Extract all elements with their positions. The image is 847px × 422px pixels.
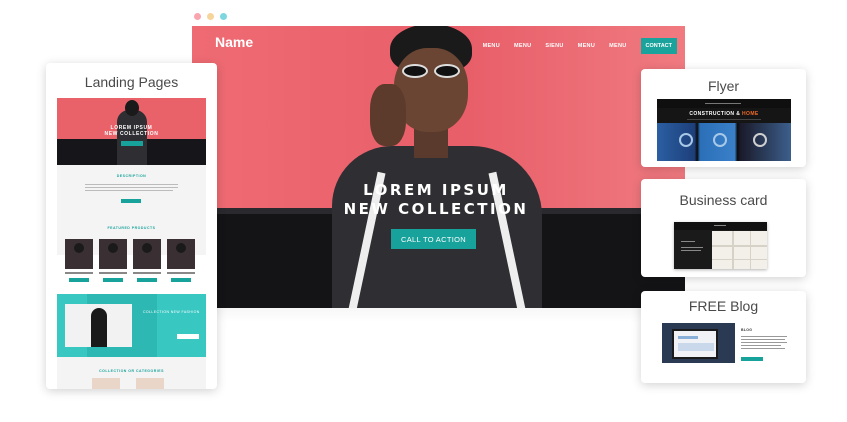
blog-text-line: [741, 339, 785, 340]
business-card-header: [674, 222, 767, 230]
business-card-thumbnail: [674, 222, 767, 269]
category-thumbnail: [136, 378, 164, 389]
window-controls: [194, 13, 227, 20]
collection-photo: [65, 304, 132, 347]
nav-menu-3[interactable]: SIENU: [545, 43, 563, 49]
blog-label: BLOG: [741, 328, 753, 332]
sunglasses: [400, 64, 462, 78]
description-heading: DESCRIPTION: [116, 174, 147, 178]
flyer-title: Flyer: [707, 78, 740, 94]
landing-pages-card[interactable]: Landing Pages LOREM IPSUM NEW COLLECTION…: [46, 63, 217, 389]
business-card-title: Business card: [679, 192, 768, 208]
nav-menu-1[interactable]: MENU: [483, 43, 500, 49]
business-card-text-line: [681, 250, 701, 251]
flyer-card[interactable]: Flyer CONSTRUCTION & HOME: [641, 69, 806, 167]
blog-text-line: [741, 345, 781, 346]
model-photo: [332, 146, 542, 308]
product-label: [99, 272, 127, 274]
product-label: [65, 272, 93, 274]
flyer-divider: [687, 119, 761, 120]
free-blog-card[interactable]: FREE Blog BLOG: [641, 291, 806, 383]
landing-hero-text: LOREM IPSUM NEW COLLECTION: [57, 125, 206, 137]
description-text-line: [85, 187, 178, 188]
thumbnail-model: [117, 110, 147, 165]
free-blog-title: FREE Blog: [688, 298, 759, 314]
product-label: [167, 272, 195, 274]
product-button: [103, 278, 123, 282]
flyer-thumbnail: CONSTRUCTION & HOME: [657, 99, 791, 161]
landing-hero-line2: NEW COLLECTION: [104, 131, 159, 137]
window-dot-yellow[interactable]: [207, 13, 214, 20]
business-card-map: [712, 231, 767, 269]
categories-heading: COLLECTION OR CATEGORIES: [99, 369, 164, 373]
business-card-name-line: [681, 241, 695, 242]
product-thumbnail: [167, 239, 195, 269]
brand-name[interactable]: Name: [215, 34, 253, 50]
landing-hero-thumbnail: LOREM IPSUM NEW COLLECTION: [57, 98, 206, 165]
blog-text-line: [741, 348, 785, 349]
hero-title-line1: LOREM IPSUM: [363, 181, 509, 199]
blog-text-line: [741, 336, 787, 337]
nav-menu-5[interactable]: MENU: [609, 43, 626, 49]
product-thumbnail: [65, 239, 93, 269]
landing-hero-button: [121, 141, 143, 146]
category-thumbnail: [92, 378, 120, 389]
description-button: [121, 199, 141, 203]
business-card-card[interactable]: Business card: [641, 179, 806, 277]
product-button: [171, 278, 191, 282]
landing-collection-section: COLLECTION NEW FASHION: [57, 294, 206, 357]
flyer-photos: [657, 123, 791, 161]
call-to-action-button[interactable]: CALL TO ACTION: [391, 229, 476, 249]
blog-thumbnail: [662, 323, 735, 363]
product-thumbnail: [133, 239, 161, 269]
collection-text: COLLECTION NEW FASHION: [143, 310, 200, 314]
product-thumbnail: [99, 239, 127, 269]
nav-menu-4[interactable]: MENU: [578, 43, 595, 49]
product-button: [69, 278, 89, 282]
description-text-line: [85, 190, 173, 191]
flyer-headline-highlight: HOME: [742, 111, 759, 117]
top-nav: MENU MENU SIENU MENU MENU CONTACT: [483, 38, 677, 54]
contact-button[interactable]: CONTACT: [640, 38, 677, 54]
thumbnail-model-head: [125, 100, 139, 116]
collection-button: [177, 334, 199, 339]
laptop-screen: [672, 329, 718, 359]
window-dot-teal[interactable]: [220, 13, 227, 20]
flyer-header-bar: [657, 99, 791, 108]
nav-menu-2[interactable]: MENU: [514, 43, 531, 49]
product-button: [137, 278, 157, 282]
flyer-headline: CONSTRUCTION & HOME: [657, 111, 791, 117]
landing-pages-title: Landing Pages: [84, 74, 179, 90]
hero-preview: Name MENU MENU SIENU MENU MENU CONTACT L…: [192, 26, 685, 308]
description-text-line: [85, 184, 178, 185]
landing-categories-section: [57, 357, 206, 389]
window-dot-red[interactable]: [194, 13, 201, 20]
featured-products-heading: FEATURED PRODUCTS: [107, 226, 156, 230]
hero-title-line2: NEW COLLECTION: [343, 200, 529, 218]
blog-text-line: [741, 342, 787, 343]
blog-button: [741, 357, 763, 361]
business-card-text-line: [681, 247, 703, 248]
product-label: [133, 272, 161, 274]
model-hand: [370, 84, 406, 146]
flyer-headline-text: CONSTRUCTION &: [689, 111, 741, 117]
